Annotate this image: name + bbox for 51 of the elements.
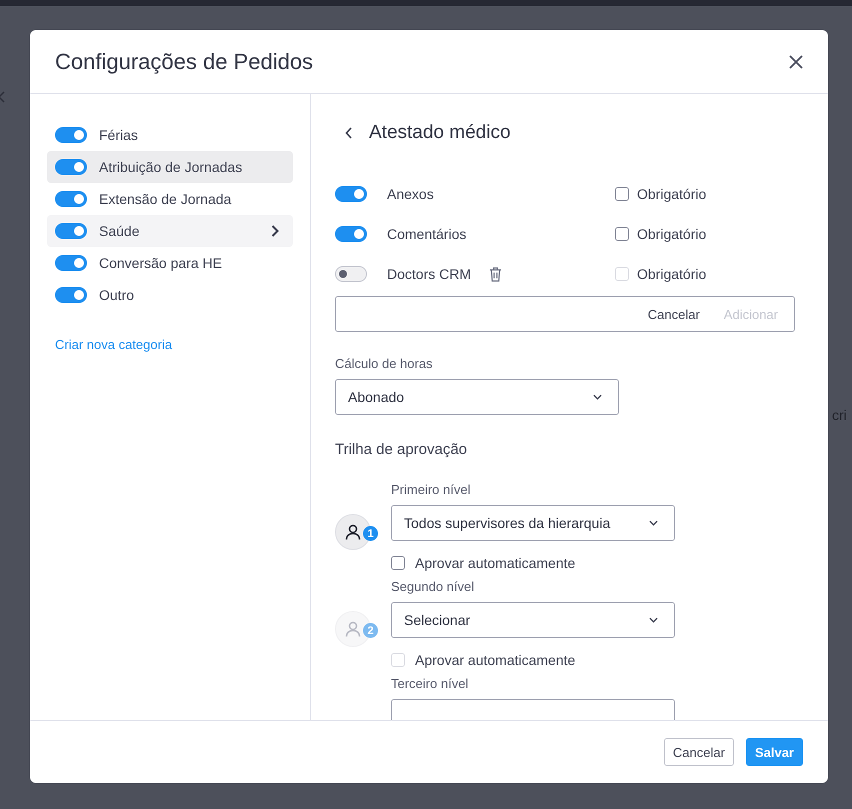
toggle-switch[interactable] <box>335 226 367 242</box>
level-badge: 1 <box>363 526 378 541</box>
field-label: Doctors CRM <box>387 266 472 282</box>
toggle-switch[interactable] <box>55 127 87 143</box>
trash-icon[interactable] <box>489 266 502 282</box>
checkbox-label: Aprovar automaticamente <box>415 555 576 571</box>
checkbox-label: Obrigatório <box>637 226 706 242</box>
toggle-switch[interactable] <box>55 255 87 271</box>
category-item[interactable]: Atribuição de Jornadas <box>47 151 293 183</box>
checkbox[interactable] <box>615 227 629 241</box>
dialog-title: Configurações de Pedidos <box>55 48 314 74</box>
cancel-button[interactable]: Cancelar <box>664 738 734 766</box>
toggle-switch[interactable] <box>335 186 367 202</box>
field-label: Terceiro nível <box>391 676 470 691</box>
approver-dropdown[interactable]: Todos supervisores da hierarquia <box>391 505 675 541</box>
caret-icon <box>649 617 658 623</box>
person-icon <box>345 621 361 637</box>
chevron-right-icon <box>271 225 279 237</box>
toggle-switch[interactable] <box>55 159 87 175</box>
checkbox-label: Obrigatório <box>637 266 706 282</box>
person-icon <box>345 524 361 540</box>
field-label: Anexos <box>387 186 434 202</box>
category-item[interactable]: Outro <box>47 279 293 311</box>
checkbox-label: Obrigatório <box>637 186 706 202</box>
close-button[interactable] <box>788 54 804 70</box>
back-icon[interactable] <box>345 127 353 139</box>
field-label: Segundo nível <box>391 579 476 594</box>
category-item[interactable]: Férias <box>47 119 293 151</box>
toggle-switch[interactable] <box>55 191 87 207</box>
category-item[interactable]: Saúde <box>47 215 293 247</box>
new-field-input[interactable]: Cancelar Adicionar <box>335 296 795 332</box>
level-badge: 2 <box>363 623 378 638</box>
caret-icon <box>593 394 602 400</box>
field-label: Primeiro nível <box>391 482 472 497</box>
chevron-left-icon <box>0 91 6 103</box>
toggle-switch[interactable] <box>335 266 367 282</box>
toggle-switch[interactable] <box>55 223 87 239</box>
toggle-switch[interactable] <box>55 287 87 303</box>
approver-dropdown[interactable]: Selecionar <box>391 602 675 638</box>
section-title: Trilha de aprovação <box>335 441 468 458</box>
field-label: Comentários <box>387 226 466 242</box>
hours-dropdown[interactable]: Abonado <box>335 379 619 415</box>
category-item[interactable]: Extensão de Jornada <box>47 183 293 215</box>
field-label: Cálculo de horas <box>335 356 434 371</box>
caret-icon <box>649 520 658 526</box>
detail-title: Atestado médico <box>369 122 511 144</box>
cancel-link[interactable]: Cancelar <box>648 306 700 322</box>
checkbox-label: Aprovar automaticamente <box>415 652 576 668</box>
checkbox[interactable] <box>391 556 405 570</box>
category-item[interactable]: Conversão para HE <box>47 247 293 279</box>
checkbox[interactable] <box>615 187 629 201</box>
